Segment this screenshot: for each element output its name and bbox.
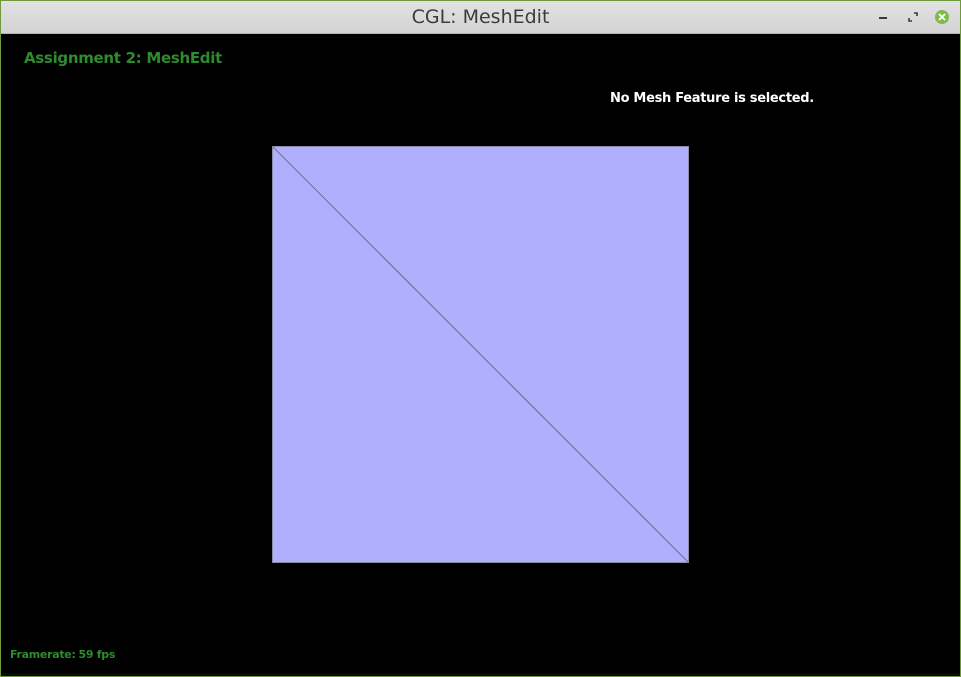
- window-title: CGL: MeshEdit: [411, 6, 550, 28]
- selection-status: No Mesh Feature is selected.: [610, 91, 814, 106]
- app-window: CGL: MeshEdit Assignment 2: MeshEdit No …: [0, 0, 961, 677]
- title-bar[interactable]: CGL: MeshEdit: [1, 1, 960, 34]
- framerate-label: Framerate:: [10, 648, 76, 661]
- taskbar-peek: [1, 673, 960, 676]
- mesh-quad[interactable]: [272, 146, 689, 563]
- framerate-value: 59 fps: [78, 648, 116, 661]
- minimize-icon[interactable]: [874, 8, 892, 26]
- close-icon[interactable]: [933, 8, 951, 26]
- maximize-icon[interactable]: [904, 8, 922, 26]
- render-viewport[interactable]: Assignment 2: MeshEdit No Mesh Feature i…: [1, 34, 960, 676]
- assignment-title: Assignment 2: MeshEdit: [24, 49, 222, 67]
- framerate-readout: Framerate: 59 fps: [10, 648, 115, 661]
